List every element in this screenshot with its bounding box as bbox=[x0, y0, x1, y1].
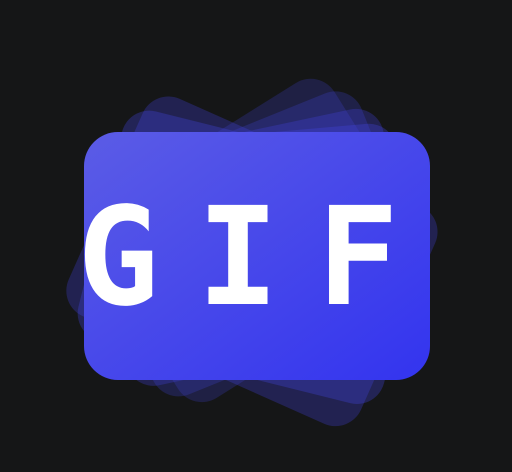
gif-stack-icon: GIF bbox=[66, 78, 438, 427]
app-icon: GIF bbox=[0, 0, 512, 472]
gif-wordmark: GIF bbox=[77, 179, 437, 337]
